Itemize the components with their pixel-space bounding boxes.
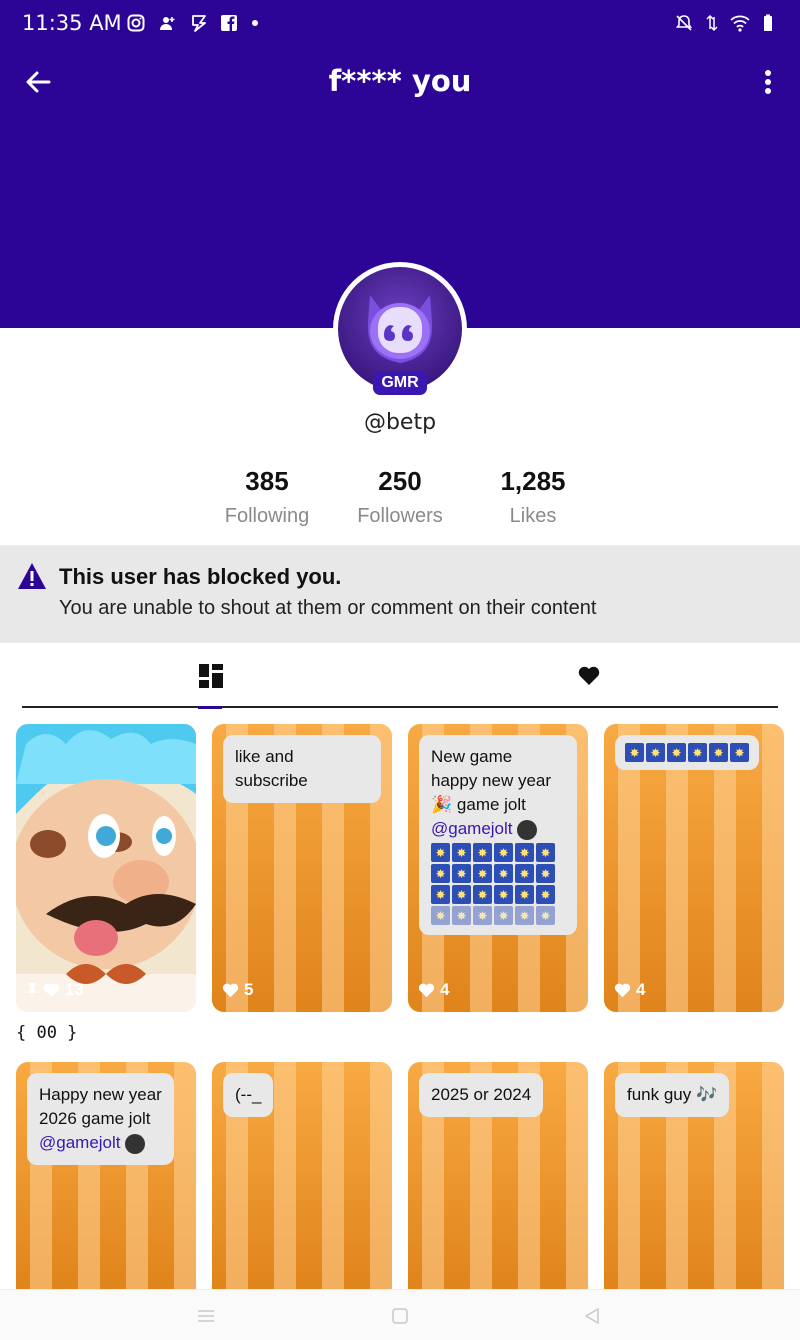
profile-tabs (22, 645, 778, 709)
post-text-line: 2026 game jolt (39, 1109, 151, 1128)
more-vert-icon (765, 70, 771, 94)
likes-count: 4 (440, 980, 450, 999)
status-time: 11:35 AM (22, 11, 122, 35)
stat-label: Likes (509, 505, 557, 527)
post-likes: 4 (418, 980, 449, 1000)
pin-icon (28, 983, 36, 997)
likes-count: 5 (244, 980, 254, 999)
stat-followers[interactable]: 250 Followers (335, 466, 465, 528)
tab-liked[interactable] (400, 645, 778, 707)
post-artwork-image (16, 724, 196, 1012)
verified-avatar-icon (517, 819, 538, 840)
heart-icon (222, 983, 239, 997)
data-transfer-icon (702, 13, 722, 33)
more-options-button[interactable] (756, 64, 780, 100)
person-add-icon (157, 13, 177, 33)
post-card[interactable]: ✸ ✸ ✸ ✸ ✸ ✸ 4 (604, 724, 784, 1012)
stat-likes[interactable]: 1,285 Likes (468, 466, 598, 528)
system-back-button[interactable] (580, 1304, 604, 1328)
stat-value: 250 (378, 466, 422, 496)
sparkle-row: ✸ ✸ ✸ ✸ ✸ ✸ (431, 843, 565, 862)
menu-lines-icon (198, 1310, 214, 1322)
more-notifications-dot (252, 20, 258, 26)
tab-posts[interactable] (22, 645, 400, 709)
post-card[interactable]: funk guy 🎶 (604, 1062, 784, 1289)
likes-count: 13 (65, 980, 84, 999)
stat-value: 385 (245, 466, 289, 496)
post-text: funk guy 🎶 (615, 1073, 730, 1117)
sparkle-row: ✸ ✸ ✸ ✸ ✸ ✸ (625, 743, 749, 762)
post-card[interactable]: like and subscribe 5 (212, 724, 392, 1012)
post-caption: { 00 } (16, 1023, 78, 1043)
game-jolt-icon (188, 13, 208, 33)
heart-icon (578, 666, 600, 685)
post-text: Happy new year 2026 game jolt @gamejolt (27, 1073, 174, 1165)
likes-count: 4 (636, 980, 646, 999)
sparkler-icon: ✸ (431, 843, 450, 862)
sparkle-row: ✸ ✸ ✸ ✸ ✸ ✸ (431, 906, 565, 925)
gmr-badge: GMR (373, 371, 427, 395)
post-card[interactable]: 13 (16, 724, 196, 1012)
arrow-left-icon (26, 71, 51, 93)
tab-selected-indicator (198, 706, 222, 709)
post-text: like and subscribe (223, 735, 381, 803)
username: @betp (363, 410, 437, 435)
post-text-line: happy new year (431, 771, 552, 790)
facebook-icon (219, 13, 239, 33)
home-button[interactable] (388, 1304, 412, 1328)
post-likes: 4 (614, 980, 645, 1000)
post-text: (--_ (223, 1073, 274, 1117)
post-card[interactable]: Happy new year 2026 game jolt @gamejolt (16, 1062, 196, 1289)
stat-following[interactable]: 385 Following (202, 466, 332, 528)
post-likes: 13 (26, 980, 84, 1000)
verified-avatar-icon (125, 1133, 146, 1154)
mention-link[interactable]: @gamejolt (39, 1133, 121, 1152)
post-text: 2025 or 2024 (419, 1073, 544, 1117)
triangle-back-icon (585, 1308, 599, 1324)
post-text-line: New game (431, 747, 513, 766)
post-text-line: Happy new year (39, 1085, 162, 1104)
post-text: ✸ ✸ ✸ ✸ ✸ ✸ (615, 735, 759, 770)
instagram-icon (126, 13, 146, 33)
system-navigation-bar (0, 1289, 800, 1340)
party-popper-icon: 🎉 (431, 795, 453, 814)
heart-icon (43, 983, 60, 997)
square-icon (392, 1308, 408, 1324)
stat-label: Followers (357, 505, 443, 527)
page-title: f**** you (328, 64, 472, 98)
post-card[interactable]: (--_ (212, 1062, 392, 1289)
stat-label: Following (224, 505, 310, 527)
post-text: New game happy new year 🎉 game jolt @gam… (419, 735, 577, 935)
recent-apps-button[interactable] (194, 1304, 218, 1328)
dashboard-icon (199, 664, 223, 688)
sparkle-row: ✸ ✸ ✸ ✸ ✸ ✸ (431, 885, 565, 904)
sparkle-row: ✸ ✸ ✸ ✸ ✸ ✸ (431, 864, 565, 883)
post-likes: 5 (222, 980, 253, 1000)
post-text-line: game jolt (456, 795, 526, 814)
post-card[interactable]: 2025 or 2024 (408, 1062, 588, 1289)
notifications-off-icon (674, 13, 694, 33)
warning-icon (18, 563, 46, 589)
back-button[interactable] (20, 64, 56, 100)
sparkler-icon: ✸ (625, 743, 644, 762)
blocked-notice: This user has blocked you. You are unabl… (0, 545, 800, 643)
heart-icon (614, 983, 631, 997)
wifi-icon (730, 13, 750, 33)
notice-title: This user has blocked you. (59, 564, 342, 589)
notice-message: You are unable to shout at them or comme… (59, 597, 597, 619)
post-card[interactable]: New game happy new year 🎉 game jolt @gam… (408, 724, 588, 1012)
status-bar: 11:35 AM (0, 0, 800, 46)
heart-icon (418, 983, 435, 997)
stat-value: 1,285 (500, 466, 566, 496)
battery-icon (758, 13, 778, 33)
mention-link[interactable]: @gamejolt (431, 819, 513, 838)
